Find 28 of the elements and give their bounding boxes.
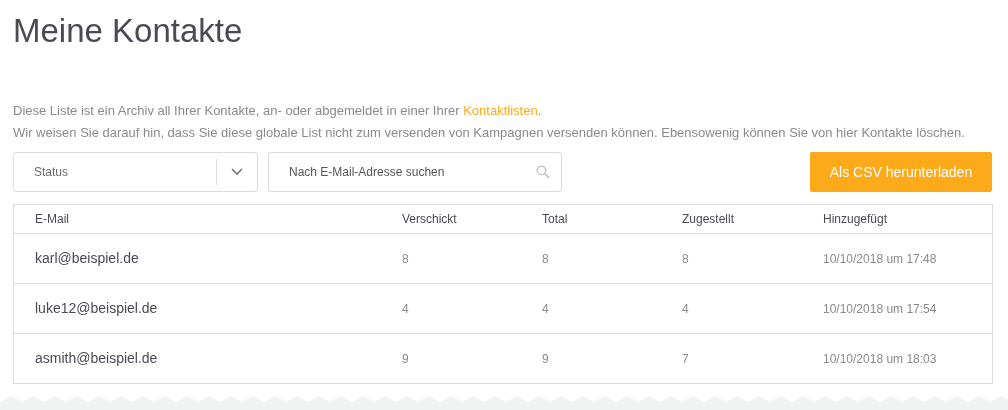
intro-text: Diese Liste ist ein Archiv all Ihrer Kontakte, an- oder abgemeldet in einer Ihrer Kontaktlisten. Wir weisen Sie darauf hin, dass Sie diese globale List nicht zum versenden von Kampagnen versenden können. Ebensowenig können Sie von hier Kontakte löschen. <box>13 102 966 142</box>
table-cell-text: 10/10/2018 um 17:54 <box>823 300 937 318</box>
table-cell-text: 4 <box>542 300 550 318</box>
column-header: E-Mail <box>34 211 70 228</box>
column-header: Verschickt <box>402 211 458 228</box>
column-header: Hinzugefügt <box>823 211 888 228</box>
table-cell-text: 4 <box>402 300 410 318</box>
table-cell-text: luke12@beispiel.de <box>34 299 159 318</box>
search-icon <box>536 165 550 179</box>
search-field[interactable]: Nach E-Mail-Adresse suchen <box>268 152 562 192</box>
table-cell-text: 8 <box>402 250 410 268</box>
page-title: Meine Kontakte <box>13 11 244 51</box>
contact-lists-link[interactable]: Kontaktlisten <box>463 103 538 118</box>
table-cell-text: 7 <box>682 350 690 368</box>
table-cell-text: 8 <box>682 250 690 268</box>
column-header: Zugestellt <box>682 211 736 228</box>
table-cell-text: 10/10/2018 um 18:03 <box>823 350 937 368</box>
chevron-down-icon <box>231 168 243 176</box>
table-cell-text: 8 <box>542 250 550 268</box>
status-dropdown[interactable]: Status <box>13 152 258 192</box>
table-cell-text: 10/10/2018 um 17:48 <box>823 250 937 268</box>
table-cell-text: 4 <box>682 300 690 318</box>
table-cell-text: karl@beispiel.de <box>34 249 140 268</box>
table-cell-text: asmith@beispiel.de <box>34 349 159 368</box>
column-header: Total <box>542 211 569 228</box>
table-cell-text: 9 <box>542 350 550 368</box>
table-cell-text: 9 <box>402 350 410 368</box>
download-csv-button[interactable]: Als CSV herunterladen <box>810 152 992 192</box>
